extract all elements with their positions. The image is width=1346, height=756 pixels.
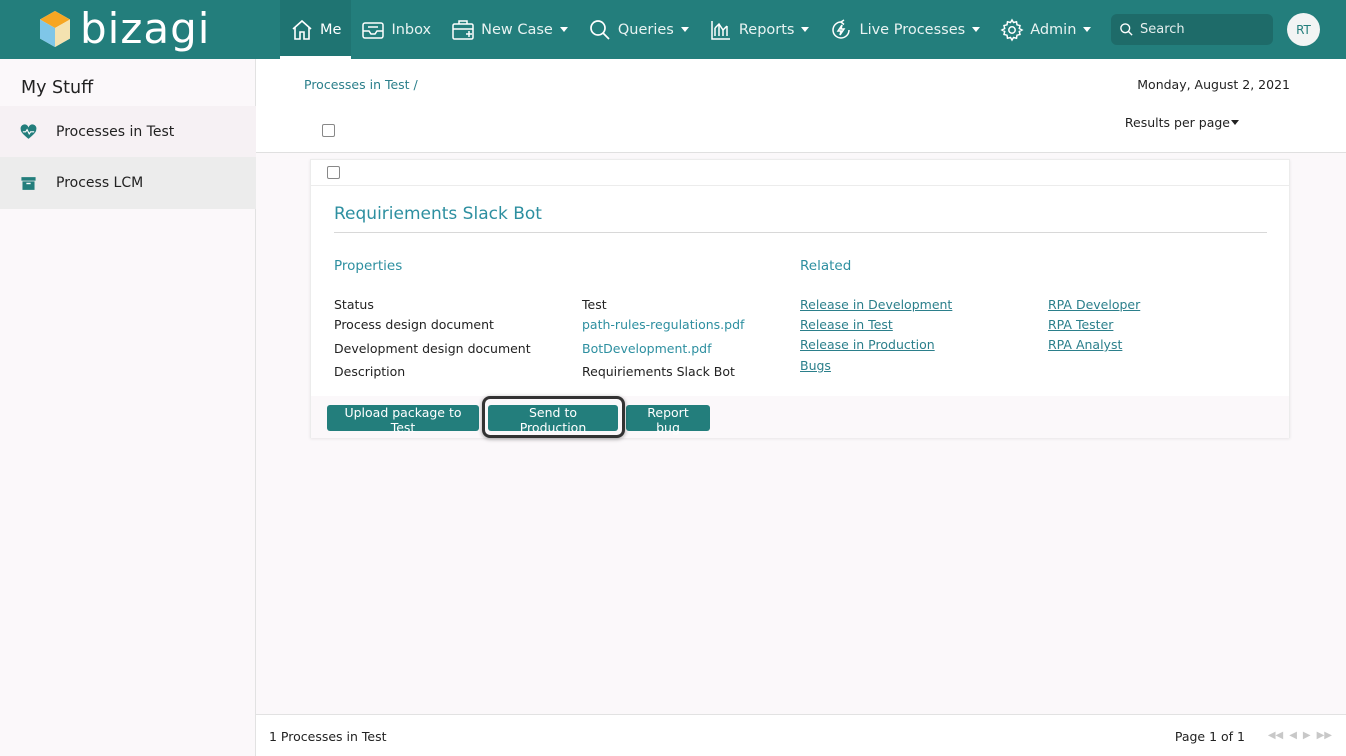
sidebar-item-process-lcm[interactable]: Process LCM	[0, 157, 256, 209]
gear-icon	[1000, 18, 1024, 41]
related-link[interactable]: RPA Developer	[1048, 297, 1140, 312]
list-footer: 1 Processes in Test Page 1 of 1 ◀◀ ◀ ▶ ▶…	[256, 714, 1346, 756]
case-checkbox[interactable]	[327, 166, 340, 179]
card-actions: Upload package to Test Send to Productio…	[311, 396, 1289, 438]
property-value: Requiriements Slack Bot	[582, 364, 735, 379]
results-per-page-label: Results per page	[1124, 115, 1230, 130]
nav-me[interactable]: Me	[280, 0, 352, 59]
search-input[interactable]	[1140, 22, 1260, 37]
chevron-down-icon	[680, 27, 689, 32]
property-value: Test	[582, 297, 607, 312]
nav-reports[interactable]: Reports	[699, 0, 820, 59]
chevron-down-icon	[559, 27, 568, 32]
sidebar-item-label: Process LCM	[56, 175, 144, 191]
properties-heading: Properties	[334, 258, 403, 274]
nav-queries[interactable]: Queries	[578, 0, 699, 59]
nav-queries-label: Queries	[617, 21, 674, 38]
sidebar-item-label: Processes in Test	[56, 124, 175, 140]
related-link[interactable]: Release in Development	[800, 297, 952, 312]
last-page-icon[interactable]: ▶▶	[1317, 730, 1332, 741]
top-bar: bizagi Me Inbox New Case Queries Reports…	[0, 0, 1346, 59]
property-label: Description	[334, 364, 406, 379]
search-icon	[1120, 23, 1133, 36]
sidebar: My Stuff Processes in Test Process LCM	[0, 59, 256, 756]
breadcrumb[interactable]: Processes in Test /	[304, 77, 418, 92]
current-date: Monday, August 2, 2021	[1137, 77, 1290, 92]
reports-icon	[711, 20, 730, 40]
case-title[interactable]: Requiriements Slack Bot	[334, 204, 542, 224]
related-link[interactable]: RPA Analyst	[1048, 337, 1122, 352]
property-label: Process design document	[334, 317, 494, 332]
title-divider	[334, 232, 1267, 233]
nav-admin[interactable]: Admin	[990, 0, 1101, 59]
heartbeat-icon	[20, 123, 37, 139]
home-icon	[292, 19, 312, 40]
property-label: Development design document	[334, 341, 531, 356]
select-all-checkbox[interactable]	[322, 124, 335, 137]
main-nav: Me Inbox New Case Queries Reports Live P…	[280, 0, 1101, 59]
page-indicator: Page 1 of 1	[1174, 729, 1245, 744]
related-link[interactable]: Release in Test	[800, 317, 893, 332]
nav-new-case-label: New Case	[481, 21, 553, 38]
avatar[interactable]: RT	[1287, 13, 1320, 46]
property-label: Status	[334, 297, 374, 312]
upload-package-button[interactable]: Upload package to Test	[327, 405, 479, 435]
sidebar-item-processes-in-test[interactable]: Processes in Test	[0, 106, 256, 158]
inbox-icon	[362, 21, 385, 39]
nav-me-label: Me	[320, 21, 342, 38]
new-case-icon	[452, 19, 474, 40]
case-card: Requiriements Slack Bot Properties Relat…	[310, 159, 1290, 438]
search-icon	[590, 19, 610, 40]
related-link[interactable]: Bugs	[800, 358, 831, 373]
archive-icon	[21, 176, 36, 190]
brand-name: bizagi	[80, 4, 211, 53]
results-per-page-dropdown[interactable]: Results per page	[1125, 115, 1239, 130]
document-link[interactable]: BotDevelopment.pdf	[582, 341, 712, 356]
live-processes-icon	[832, 18, 851, 39]
bizagi-logo-icon	[40, 11, 70, 47]
chevron-down-icon	[801, 27, 810, 32]
chevron-down-icon	[972, 27, 981, 32]
chevron-down-icon	[1231, 120, 1239, 125]
report-bug-button[interactable]: Report bug	[626, 405, 710, 435]
document-link[interactable]: path-rules-regulations.pdf	[582, 317, 744, 332]
chevron-down-icon	[1083, 27, 1092, 32]
nav-live-processes[interactable]: Live Processes	[819, 0, 990, 59]
related-link[interactable]: Release in Production	[800, 337, 935, 352]
card-header	[311, 160, 1289, 186]
send-to-production-button[interactable]: Send to Production	[488, 405, 618, 435]
nav-reports-label: Reports	[738, 21, 795, 38]
search-box[interactable]	[1111, 14, 1273, 45]
pagination-controls: ◀◀ ◀ ▶ ▶▶	[1268, 730, 1332, 741]
sidebar-title: My Stuff	[21, 78, 94, 98]
nav-live-processes-label: Live Processes	[859, 21, 966, 38]
main-content: Processes in Test / Monday, August 2, 20…	[256, 59, 1346, 756]
related-heading: Related	[800, 258, 852, 274]
nav-admin-label: Admin	[1030, 21, 1077, 38]
next-page-icon[interactable]: ▶	[1303, 730, 1311, 741]
bizagi-logo[interactable]: bizagi	[38, 5, 210, 53]
first-page-icon[interactable]: ◀◀	[1268, 730, 1283, 741]
nav-inbox-label: Inbox	[391, 21, 432, 38]
main-header: Processes in Test / Monday, August 2, 20…	[256, 59, 1346, 153]
result-count: 1 Processes in Test	[269, 729, 387, 744]
nav-inbox[interactable]: Inbox	[351, 0, 441, 59]
nav-new-case[interactable]: New Case	[441, 0, 578, 59]
prev-page-icon[interactable]: ◀	[1289, 730, 1297, 741]
related-link[interactable]: RPA Tester	[1048, 317, 1113, 332]
